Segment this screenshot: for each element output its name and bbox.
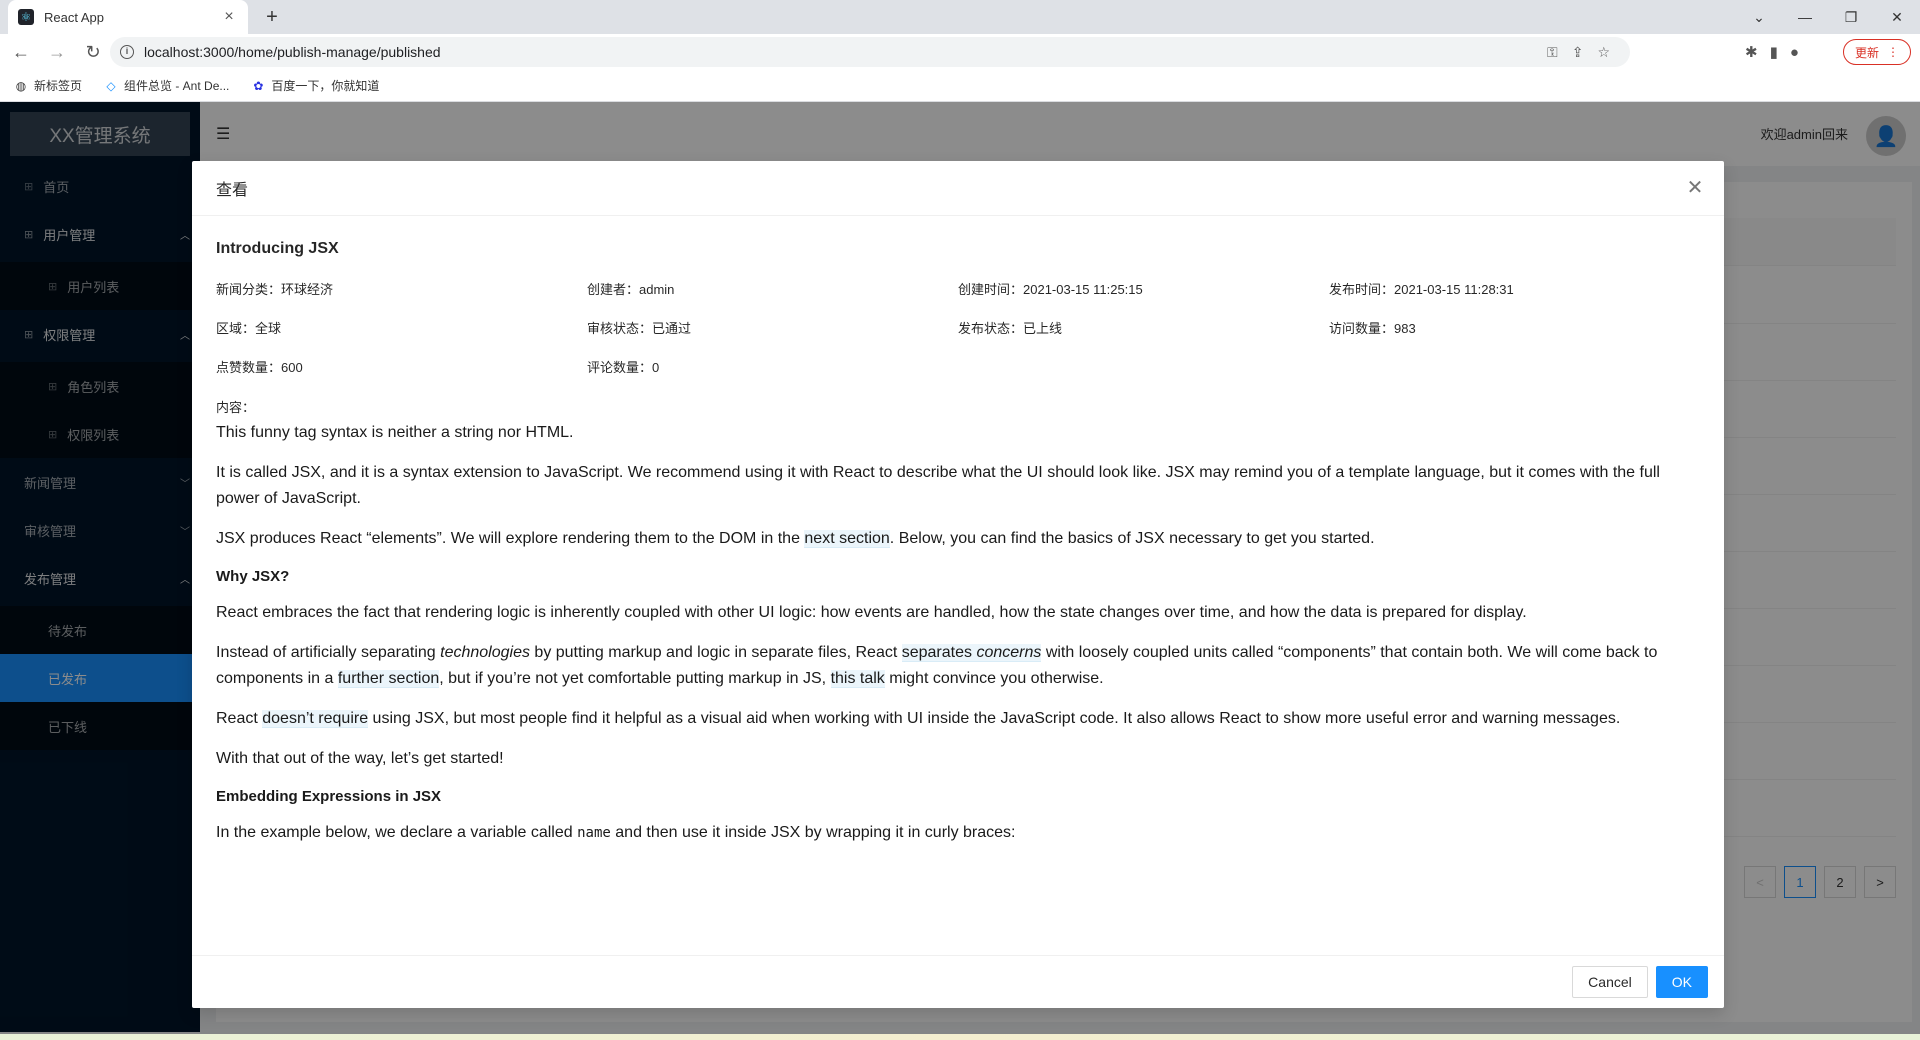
article-paragraph: JSX produces React “elements”. We will e… (216, 526, 1700, 552)
omnibox-actions: ⚿ ⇪ ☆ (1547, 37, 1610, 67)
article-heading: Embedding Expressions in JSX (216, 788, 442, 805)
link-further-section[interactable]: further section (337, 670, 440, 688)
profile-icon[interactable]: ● (1790, 44, 1799, 61)
view-modal: 查看 ✕ Introducing JSX 新闻分类：环球经济 创建者：admin… (192, 161, 1724, 1008)
bookmark-label: 百度一下，你就知道 (271, 79, 380, 93)
globe-icon: ◍ (15, 78, 27, 93)
text-run: . Below, you can find the basics of JSX … (889, 530, 1375, 547)
article-paragraph: React embraces the fact that rendering l… (216, 604, 1527, 621)
extensions-puzzle-icon[interactable]: ✱ (1745, 43, 1758, 61)
modal-footer: Cancel OK (192, 955, 1724, 1008)
update-button[interactable]: 更新 ⋮ (1843, 39, 1911, 65)
article-paragraph: This funny tag syntax is neither a strin… (216, 424, 574, 441)
cancel-button[interactable]: Cancel (1572, 966, 1648, 998)
desc-comments: 评论数量：0 (587, 360, 660, 375)
react-favicon-icon: ⚛ (18, 9, 34, 25)
article-content: This funny tag syntax is neither a strin… (216, 420, 1700, 846)
text-run: separates (901, 644, 977, 661)
desc-author: 创建者：admin (587, 282, 675, 297)
browser-tabstrip: ⚛ React App × + ⌄ — ❐ ✕ (0, 0, 1920, 34)
extension-icons: ✱ ▮ ● (1745, 37, 1799, 67)
baidu-paw-icon: ✿ (253, 78, 264, 93)
modal-title: 查看 (216, 182, 249, 199)
tab-search-chevron-icon[interactable]: ⌄ (1736, 0, 1782, 34)
desc-category: 新闻分类：环球经济 (216, 282, 334, 297)
bookmark-item[interactable]: ◍ 新标签页 (14, 77, 82, 94)
text-run: Instead of artificially separating (216, 644, 441, 661)
text-run: In the example below, we declare a varia… (216, 824, 578, 841)
text-run: JSX produces React “elements”. We will e… (216, 530, 805, 547)
text-run: by putting markup and logic in separate … (529, 644, 902, 661)
browser-tab[interactable]: ⚛ React App × (8, 0, 248, 34)
reload-icon[interactable]: ↻ (78, 37, 108, 67)
text-run: technologies (440, 644, 530, 661)
desc-region: 区域：全球 (216, 321, 282, 336)
news-title: Introducing JSX (216, 240, 339, 257)
inline-code: name (577, 825, 611, 841)
modal-body: Introducing JSX 新闻分类：环球经济 创建者：admin 创建时间… (192, 216, 1724, 953)
content-label: 内容： (216, 400, 256, 415)
close-icon[interactable]: ✕ (1684, 177, 1706, 199)
text-run: concerns (976, 644, 1042, 661)
tab-close-icon[interactable]: × (220, 8, 238, 26)
more-vert-icon[interactable]: ⋮ (1887, 45, 1899, 59)
link-next-section[interactable]: next section (804, 530, 890, 548)
minimize-icon[interactable]: — (1782, 0, 1828, 34)
article-paragraph: It is called JSX, and it is a syntax ext… (216, 464, 1660, 507)
key-icon[interactable]: ⚿ (1547, 44, 1558, 61)
bookmark-label: 组件总览 - Ant De... (124, 79, 230, 93)
desc-publish-state: 发布状态：已上线 (958, 321, 1063, 336)
side-panel-icon[interactable]: ▮ (1770, 43, 1778, 61)
link-separates-concerns[interactable]: separates concerns (901, 644, 1042, 662)
news-descriptions: 新闻分类：环球经济 创建者：admin 创建时间：2021-03-15 11:2… (216, 280, 1700, 377)
url-text[interactable]: localhost:3000/home/publish-manage/publi… (144, 44, 441, 60)
bookmark-item[interactable]: ✿ 百度一下，你就知道 (251, 77, 379, 94)
text-run: , but if you’re not yet comfortable putt… (439, 670, 831, 687)
close-window-icon[interactable]: ✕ (1874, 0, 1920, 34)
article-paragraph: React doesn’t require using JSX, but mos… (216, 706, 1700, 732)
article-paragraph: Instead of artificially separating techn… (216, 640, 1700, 692)
bookmark-item[interactable]: ◇ 组件总览 - Ant De... (104, 77, 229, 94)
text-run: might convince you otherwise. (884, 670, 1104, 687)
bookmark-label: 新标签页 (34, 79, 83, 93)
restore-icon[interactable]: ❐ (1828, 0, 1874, 34)
desc-views: 访问数量：983 (1329, 321, 1416, 336)
text-run: and then use it inside JSX by wrapping i… (610, 824, 1016, 841)
new-tab-icon[interactable]: + (260, 5, 284, 29)
back-arrow-icon[interactable]: ← (6, 37, 36, 67)
address-bar-row: ← → ↻ i localhost:3000/home/publish-mana… (0, 34, 1920, 70)
bookmarks-bar: ◍ 新标签页 ◇ 组件总览 - Ant De... ✿ 百度一下，你就知道 (0, 70, 1920, 102)
desc-create-time: 创建时间：2021-03-15 11:25:15 (958, 282, 1143, 297)
link-doesnt-require[interactable]: doesn’t require (262, 710, 369, 728)
link-this-talk[interactable]: this talk (830, 670, 885, 688)
desc-audit-state: 审核状态：已通过 (587, 321, 692, 336)
text-run: React (216, 710, 263, 727)
tab-title: React App (44, 9, 104, 25)
update-label: 更新 (1854, 45, 1879, 60)
desc-publish-time: 发布时间：2021-03-15 11:28:31 (1329, 282, 1514, 297)
article-heading: Why JSX? (216, 568, 290, 585)
desc-likes: 点赞数量：600 (216, 360, 303, 375)
share-icon[interactable]: ⇪ (1572, 44, 1584, 61)
omnibox[interactable]: i localhost:3000/home/publish-manage/pub… (110, 37, 1630, 67)
bottom-strip (0, 1034, 1920, 1040)
window-controls: ⌄ — ❐ ✕ (1736, 0, 1920, 34)
ant-design-icon: ◇ (106, 78, 116, 93)
forward-arrow-icon[interactable]: → (42, 37, 72, 67)
site-info-icon[interactable]: i (120, 45, 134, 59)
modal-header: 查看 (192, 161, 1724, 216)
ok-button[interactable]: OK (1655, 966, 1708, 998)
article-paragraph: With that out of the way, let’s get star… (216, 750, 504, 767)
article-paragraph: In the example below, we declare a varia… (216, 820, 1700, 846)
text-run: using JSX, but most people find it helpf… (368, 710, 1621, 727)
bookmark-star-icon[interactable]: ☆ (1597, 44, 1610, 61)
